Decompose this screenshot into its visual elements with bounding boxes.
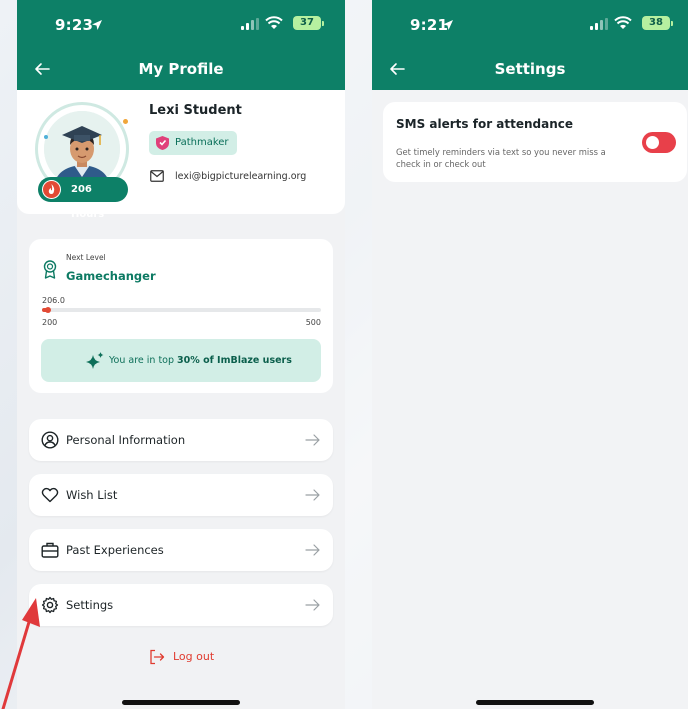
menu-label: Past Experiences — [66, 543, 164, 557]
briefcase-icon — [41, 542, 59, 558]
shield-badge-icon — [156, 136, 169, 150]
home-indicator[interactable] — [122, 700, 240, 705]
background-shape — [345, 0, 372, 709]
decor-dot — [44, 135, 48, 139]
user-circle-icon — [41, 431, 59, 449]
setting-title: SMS alerts for attendance — [396, 117, 574, 131]
page-title: Settings — [494, 60, 566, 78]
award-ribbon-icon — [43, 260, 57, 279]
rank-text-prefix: You are in top — [109, 355, 178, 366]
progress-max: 500 — [305, 318, 321, 327]
hours-badge: 206 Hours — [38, 177, 128, 220]
flame-icon — [42, 180, 61, 199]
status-time: 9:23 — [55, 16, 94, 34]
toggle-knob — [646, 136, 659, 149]
logout-label: Log out — [173, 650, 215, 663]
arrow-right-icon — [305, 544, 320, 556]
status-bar: 9:21 38 — [372, 0, 688, 50]
nav-bar: My Profile — [17, 50, 345, 90]
menu-past-experiences[interactable]: Past Experiences — [29, 529, 333, 571]
progress-min: 200 — [42, 318, 58, 327]
level-progress-bar — [42, 307, 321, 313]
nav-bar: Settings — [372, 50, 688, 90]
arrow-right-icon — [305, 599, 320, 611]
heart-icon — [41, 487, 59, 503]
signal-icon — [590, 18, 608, 30]
battery-indicator: 38 — [642, 16, 673, 30]
menu-label: Settings — [66, 598, 114, 612]
annotation-arrow-icon — [1, 598, 40, 709]
hours-label: 206 Hours — [71, 184, 105, 220]
menu-personal-information[interactable]: Personal Information — [29, 419, 333, 461]
sparkle-icon — [86, 352, 104, 369]
sms-alerts-toggle[interactable] — [642, 132, 676, 153]
wifi-icon — [265, 16, 283, 29]
page-title: My Profile — [138, 60, 224, 78]
avatar-image — [44, 111, 120, 187]
menu-label: Personal Information — [66, 433, 186, 447]
student-avatar-icon — [44, 111, 120, 187]
battery-indicator: 37 — [293, 16, 324, 30]
settings-screen: 9:21 38 Settings SMS alerts for attendan… — [372, 0, 688, 709]
mail-icon — [150, 170, 164, 182]
menu-settings[interactable]: Settings — [29, 584, 333, 626]
setting-description: Get timely reminders via text so you nev… — [396, 147, 606, 169]
progress-marker — [44, 307, 51, 313]
sms-alerts-setting: SMS alerts for attendance Get timely rem… — [383, 102, 687, 182]
logout-icon — [150, 649, 165, 665]
rank-banner: You are in top 30% of ImBlaze users — [41, 339, 321, 382]
status-badge: Pathmaker — [149, 131, 237, 155]
menu-wish-list[interactable]: Wish List — [29, 474, 333, 516]
location-arrow-icon — [443, 20, 453, 30]
badge-label: Pathmaker — [175, 137, 229, 148]
email-text: lexi@bigpicturelearning.org — [175, 171, 307, 182]
location-arrow-icon — [92, 20, 102, 30]
status-bar: 9:23 37 — [17, 0, 345, 50]
profile-name: Lexi Student — [149, 103, 242, 118]
home-indicator[interactable] — [476, 700, 594, 705]
level-card: Next Level Gamechanger 206.0 200 500 You… — [29, 239, 333, 393]
arrow-right-icon — [305, 489, 320, 501]
signal-icon — [241, 18, 259, 30]
next-level-name: Gamechanger — [66, 269, 156, 283]
rank-text-bold: 30% of ImBlaze users — [177, 355, 292, 366]
menu-label: Wish List — [66, 488, 118, 502]
next-level-label: Next Level — [66, 253, 106, 262]
progress-value: 206.0 — [42, 296, 65, 305]
decor-dot — [123, 119, 128, 124]
wifi-icon — [614, 16, 632, 29]
profile-screen: 9:23 37 My Profile 206 Hours Lexi Studen… — [17, 0, 345, 709]
arrow-right-icon — [305, 434, 320, 446]
